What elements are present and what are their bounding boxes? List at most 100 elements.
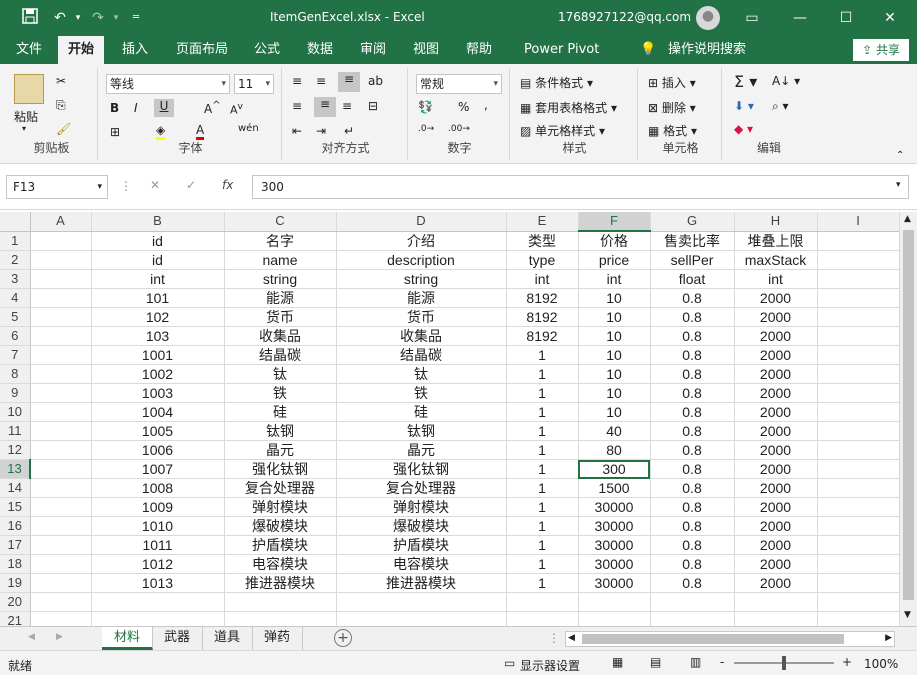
- cell[interactable]: [30, 326, 92, 346]
- cell[interactable]: [30, 231, 92, 251]
- cell[interactable]: 1001: [91, 345, 225, 365]
- ribbon-display-options-icon[interactable]: ▭: [742, 8, 762, 28]
- cell[interactable]: 结晶碳: [336, 345, 507, 365]
- cell[interactable]: 1010: [91, 516, 225, 536]
- cell[interactable]: 30000: [578, 516, 651, 536]
- cell[interactable]: 价格: [578, 231, 651, 251]
- cell[interactable]: [91, 592, 225, 612]
- cell[interactable]: 能源: [336, 288, 507, 308]
- active-cell[interactable]: 300: [578, 459, 651, 479]
- bold-button[interactable]: B: [110, 101, 119, 115]
- cell[interactable]: [650, 611, 735, 626]
- avatar[interactable]: ●: [696, 6, 720, 30]
- cell[interactable]: [91, 611, 225, 626]
- cell[interactable]: [30, 611, 92, 626]
- cell[interactable]: 2000: [734, 497, 818, 517]
- cell[interactable]: 0.8: [650, 307, 735, 327]
- cell[interactable]: 钛: [336, 364, 507, 384]
- cell[interactable]: float: [650, 269, 735, 289]
- cell[interactable]: 2000: [734, 288, 818, 308]
- cell[interactable]: 1012: [91, 554, 225, 574]
- cell[interactable]: 1: [506, 516, 579, 536]
- cell[interactable]: [506, 611, 579, 626]
- cell[interactable]: 钛钢: [224, 421, 337, 441]
- h-scroll-thumb[interactable]: [582, 634, 844, 644]
- increase-font-icon[interactable]: A^: [204, 100, 221, 116]
- cell[interactable]: 铁: [336, 383, 507, 403]
- cell[interactable]: 晶元: [224, 440, 337, 460]
- cell[interactable]: [817, 288, 900, 308]
- maximize-icon[interactable]: ☐: [836, 8, 856, 28]
- tab-review[interactable]: 审阅: [360, 36, 386, 64]
- cell[interactable]: [578, 592, 651, 612]
- cell[interactable]: 护盾模块: [224, 535, 337, 555]
- cell[interactable]: 10: [578, 345, 651, 365]
- cell[interactable]: int: [506, 269, 579, 289]
- cell[interactable]: 弹射模块: [336, 497, 507, 517]
- cell[interactable]: 0.8: [650, 402, 735, 422]
- sheet-tab-weapons[interactable]: 武器: [152, 627, 204, 650]
- cell[interactable]: [506, 592, 579, 612]
- cell[interactable]: 1: [506, 535, 579, 555]
- row-header[interactable]: 2: [0, 250, 31, 270]
- cell[interactable]: 1006: [91, 440, 225, 460]
- cell[interactable]: 货币: [336, 307, 507, 327]
- align-center-icon[interactable]: ≡: [314, 97, 336, 117]
- cell[interactable]: [224, 611, 337, 626]
- sheet-tab-ammo[interactable]: 弹药: [252, 627, 304, 650]
- name-box[interactable]: F13 ▾: [6, 175, 108, 199]
- tab-power-pivot[interactable]: Power Pivot: [524, 36, 599, 64]
- cell[interactable]: [817, 402, 900, 422]
- cell[interactable]: 0.8: [650, 459, 735, 479]
- cell[interactable]: [817, 459, 900, 479]
- cell[interactable]: [817, 611, 900, 626]
- column-header-e[interactable]: E: [506, 212, 579, 232]
- close-icon[interactable]: ✕: [880, 8, 900, 28]
- cell[interactable]: 2000: [734, 345, 818, 365]
- undo-icon[interactable]: ↶: [50, 8, 70, 28]
- cell[interactable]: 0.8: [650, 326, 735, 346]
- cell[interactable]: [734, 611, 818, 626]
- cell[interactable]: [30, 573, 92, 593]
- cell[interactable]: 2000: [734, 516, 818, 536]
- cell[interactable]: int: [91, 269, 225, 289]
- cell[interactable]: 2000: [734, 364, 818, 384]
- cell[interactable]: [30, 516, 92, 536]
- cell[interactable]: 推进器模块: [336, 573, 507, 593]
- cell[interactable]: 名字: [224, 231, 337, 251]
- cut-icon[interactable]: ✂: [56, 74, 66, 88]
- select-all-corner[interactable]: [0, 212, 31, 232]
- cell[interactable]: 收集品: [336, 326, 507, 346]
- cell[interactable]: 1002: [91, 364, 225, 384]
- cell[interactable]: [30, 383, 92, 403]
- cell-table[interactable]: A B C D E F G H I 1 id 名字 介绍 类型 价格 售卖比率 堆叠上限 2 id name descr…: [0, 212, 901, 626]
- cell[interactable]: [734, 592, 818, 612]
- formula-input[interactable]: 300: [252, 175, 909, 199]
- cell[interactable]: 8192: [506, 288, 579, 308]
- cell[interactable]: 1: [506, 364, 579, 384]
- comma-style-icon[interactable]: ,: [484, 98, 488, 112]
- cell[interactable]: 1003: [91, 383, 225, 403]
- clear-icon[interactable]: ◆ ▾: [734, 122, 753, 136]
- customize-qat-icon[interactable]: ═: [126, 8, 146, 28]
- zoom-slider[interactable]: [734, 656, 834, 670]
- number-format-select[interactable]: 常规 ▾: [416, 74, 502, 94]
- cell[interactable]: 1: [506, 440, 579, 460]
- zoom-in-button[interactable]: +: [842, 655, 852, 669]
- tab-data[interactable]: 数据: [307, 36, 333, 64]
- cell[interactable]: 102: [91, 307, 225, 327]
- worksheet-grid[interactable]: A B C D E F G H I 1 id 名字 介绍 类型 价格 售卖比率 堆叠上限 2 id name descr…: [0, 212, 917, 626]
- row-header[interactable]: 16: [0, 516, 31, 536]
- copy-icon[interactable]: ⎘: [56, 98, 66, 113]
- paste-icon[interactable]: [14, 74, 44, 104]
- cell[interactable]: [817, 478, 900, 498]
- conditional-formatting-button[interactable]: ▤ 条件格式 ▾: [520, 74, 593, 91]
- scroll-up-icon[interactable]: ▲: [904, 214, 911, 224]
- cell[interactable]: 10: [578, 383, 651, 403]
- redo-icon[interactable]: ↷: [88, 8, 108, 28]
- cell[interactable]: maxStack: [734, 250, 818, 270]
- cell[interactable]: 30000: [578, 497, 651, 517]
- orientation-icon[interactable]: ab: [368, 74, 383, 88]
- cell[interactable]: 1013: [91, 573, 225, 593]
- cell[interactable]: 0.8: [650, 421, 735, 441]
